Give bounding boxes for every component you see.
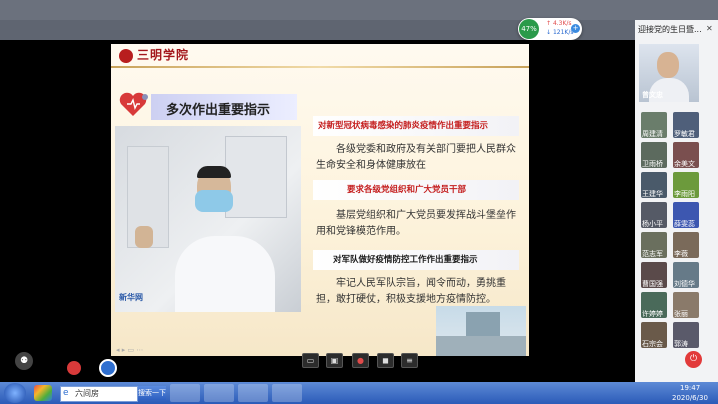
taskbar-explorer[interactable] <box>170 384 200 402</box>
upload-speed: ↑ 4.3K/s <box>546 20 572 27</box>
clock-date: 2020/6/30 <box>672 394 708 402</box>
apple-icon[interactable] <box>67 361 81 375</box>
search-button[interactable]: 搜索一下 <box>138 386 166 400</box>
camera-button[interactable]: ◼ <box>377 353 394 368</box>
participant-tile[interactable]: 许婷婷 <box>641 292 667 318</box>
photo-lab-coat <box>175 236 275 312</box>
participant-name: 郭涛 <box>674 340 688 348</box>
participant-tile[interactable]: 石宗会 <box>641 322 667 348</box>
share-screen-button[interactable]: ▣ <box>326 353 343 368</box>
participant-tile[interactable]: 李薇 <box>673 232 699 258</box>
participant-name: 卫雨桥 <box>642 160 663 168</box>
photo-raised-hand <box>135 226 153 248</box>
network-widget[interactable]: 47% ↑ 4.3K/s ↓ 121K/s + <box>518 18 582 40</box>
participants-icon[interactable]: ⚉ <box>15 352 33 370</box>
campus-building-image <box>436 306 526 356</box>
participant-name: 石宗会 <box>642 340 663 348</box>
section-body-1: 各级党委和政府及有关部门要把人民群众生命安全和身体健康放在 <box>316 144 516 171</box>
participant-name: 李薇 <box>674 250 688 258</box>
browser-icon[interactable] <box>99 359 117 377</box>
start-button[interactable] <box>4 383 26 403</box>
participant-tile[interactable]: 余美文 <box>673 142 699 168</box>
participant-name: 余美文 <box>674 160 695 168</box>
participant-name: 曹国强 <box>642 280 663 288</box>
panel-close-icon[interactable]: ✕ <box>706 24 713 33</box>
download-speed: ↓ 121K/s <box>546 29 574 36</box>
ie-icon: e <box>63 388 69 398</box>
participant-tile[interactable]: 刘德华 <box>673 262 699 288</box>
participant-tile[interactable]: 曹国强 <box>641 262 667 288</box>
participant-tile[interactable]: 杨小平 <box>641 202 667 228</box>
speaker-face <box>657 52 679 78</box>
photo-wall-panel <box>225 136 287 218</box>
participant-tile[interactable]: 薛雯蕊 <box>673 202 699 228</box>
participant-tile[interactable]: 王建华 <box>641 172 667 198</box>
participant-name: 周建清 <box>642 130 663 138</box>
section-heading-1: 对新型冠状病毒感染的肺炎疫情作出重要指示 <box>313 116 519 136</box>
taskbar-chat[interactable] <box>272 384 302 402</box>
speaker-video[interactable]: 曾文忠 <box>639 44 699 102</box>
heart-stethoscope-icon <box>119 92 148 116</box>
college-logo-text: 三明学院 <box>137 48 190 62</box>
participant-name: 许婷婷 <box>642 310 663 318</box>
building-base <box>436 336 526 356</box>
participant-name: 王建华 <box>642 190 663 198</box>
chat-button[interactable]: ▭ <box>302 353 319 368</box>
participant-name: 范志军 <box>642 250 663 258</box>
participant-name: 罗敏君 <box>674 130 695 138</box>
search-box[interactable]: e 六间房 <box>60 386 138 402</box>
network-expand-icon[interactable]: + <box>571 24 580 33</box>
presentation-slide: 三明学院 多次作出重要指示 新华网 对新型冠状病毒感染的肺炎疫情作出重要指示 各… <box>111 44 529 356</box>
search-input[interactable]: 六间房 <box>75 388 99 399</box>
participant-name: 张丽 <box>674 310 688 318</box>
window-top-bar <box>0 0 718 20</box>
participant-tile[interactable]: 张丽 <box>673 292 699 318</box>
header-divider <box>111 66 529 68</box>
participant-name: 薛雯蕊 <box>674 220 695 228</box>
more-menu-button[interactable]: ≡ <box>401 353 418 368</box>
participant-tile[interactable]: 李雨阳 <box>673 172 699 198</box>
meeting-title: 迎接党的生日暨... <box>638 25 702 34</box>
slide-nav-controls[interactable]: ◂ ▸ ▭ ⋯ <box>116 346 166 354</box>
clock-time: 19:47 <box>680 384 701 392</box>
participant-tile[interactable]: 周建清 <box>641 112 667 138</box>
record-button[interactable]: ⏻ <box>685 351 702 368</box>
system-tray <box>600 386 670 400</box>
photo-mask <box>195 190 233 212</box>
participant-tile[interactable]: 范志军 <box>641 232 667 258</box>
network-percent-circle: 47% <box>519 19 539 39</box>
participant-name: 杨小平 <box>642 220 663 228</box>
taskbar-media[interactable] <box>238 384 268 402</box>
participant-tile[interactable]: 卫雨桥 <box>641 142 667 168</box>
section-heading-3: 对军队做好疫情防控工作作出重要指示 <box>313 250 519 270</box>
news-photo <box>115 126 301 312</box>
taskbar-app-icon[interactable] <box>34 385 52 401</box>
photo-source-watermark: 新华网 <box>119 293 143 302</box>
microphone-button[interactable]: ● <box>352 353 369 368</box>
speaker-name: 曾文忠 <box>642 91 663 99</box>
participant-tile[interactable]: 郭涛 <box>673 322 699 348</box>
section-body-2: 基层党组织和广大党员要发挥战斗堡垒作用和党锋模范作用。 <box>316 210 516 237</box>
slide-title: 多次作出重要指示 <box>166 103 271 118</box>
participant-tile[interactable]: 罗敏君 <box>673 112 699 138</box>
participant-name: 刘德华 <box>674 280 695 288</box>
section-body-3: 牢记人民军队宗旨，闻令而动，勇挑重担，敢打硬仗，积极支援地方疫情防控。 <box>316 278 506 305</box>
participant-name: 李雨阳 <box>674 190 695 198</box>
photo-hair <box>197 166 231 178</box>
taskbar-browser[interactable] <box>204 384 234 402</box>
college-seal-icon <box>119 49 133 63</box>
section-heading-2: 要求各级党组织和广大党员干部 <box>313 180 519 200</box>
